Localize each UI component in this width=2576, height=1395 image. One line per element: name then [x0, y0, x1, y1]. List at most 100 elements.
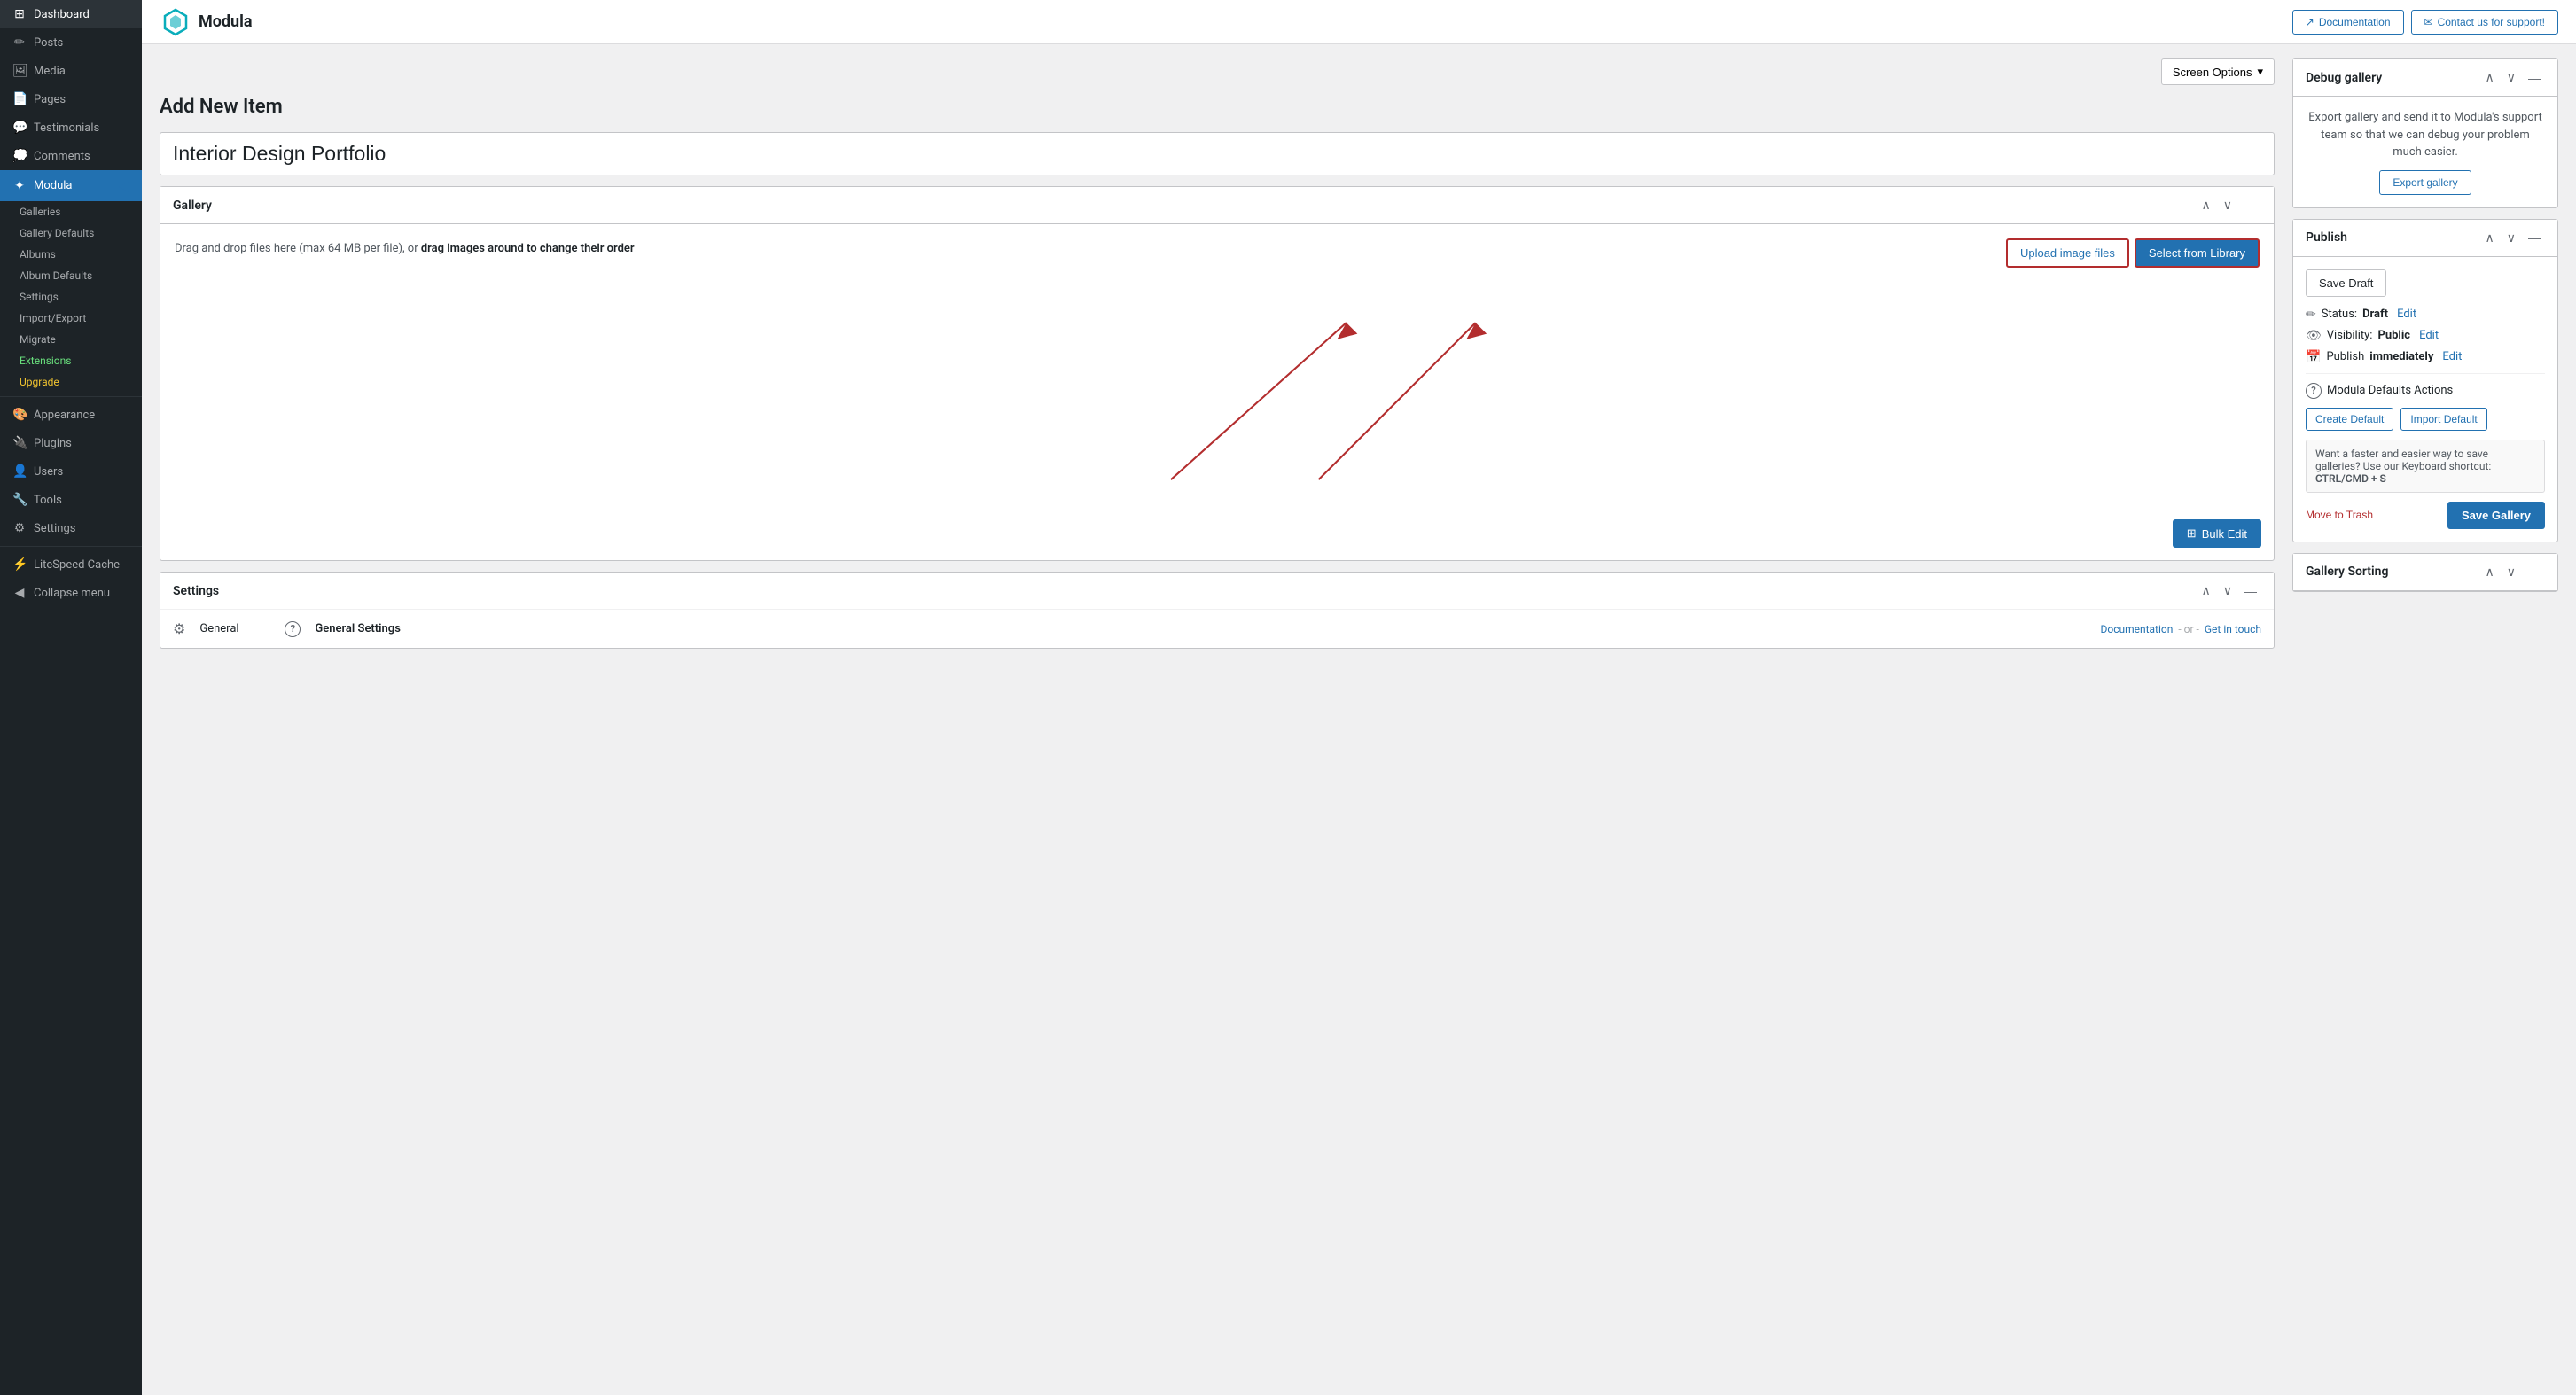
topbar-logo: Modula: [160, 6, 253, 38]
debug-panel-body: Export gallery and send it to Modula's s…: [2293, 97, 2557, 207]
modula-defaults-row: ? Modula Defaults Actions: [2306, 383, 2545, 399]
documentation-button[interactable]: ↗ Documentation: [2292, 10, 2404, 35]
envelope-icon: ✉: [2424, 16, 2433, 28]
sidebar-item-modula[interactable]: ✦ Modula ◀: [0, 170, 142, 201]
appearance-icon: 🎨: [12, 408, 27, 422]
sidebar-sub-albums[interactable]: Albums: [0, 244, 142, 265]
screen-options-bar: Screen Options ▾: [160, 58, 2275, 85]
sidebar-item-posts[interactable]: ✏ Posts: [0, 28, 142, 57]
sidebar-item-users[interactable]: 👤 Users: [0, 457, 142, 486]
sidebar-item-media[interactable]: 🖼 Media: [0, 57, 142, 85]
users-icon: 👤: [12, 464, 27, 479]
publish-toggle-button[interactable]: —: [2524, 229, 2545, 247]
gallery-title-input[interactable]: [160, 132, 2275, 175]
settings-panel-title: Settings: [173, 584, 219, 598]
panel-collapse-down-button[interactable]: ∨: [2219, 196, 2236, 214]
publish-collapse-up-button[interactable]: ∧: [2481, 229, 2499, 247]
panel-toggle-button[interactable]: —: [2240, 196, 2261, 214]
sidebar-item-label: Settings: [34, 522, 75, 535]
upload-image-files-button[interactable]: Upload image files: [2006, 238, 2129, 268]
tools-icon: 🔧: [12, 493, 27, 507]
sidebar-item-litespeed[interactable]: ⚡ LiteSpeed Cache: [0, 550, 142, 579]
sidebar-item-testimonials[interactable]: 💬 Testimonials: [0, 113, 142, 142]
sidebar-item-label: Testimonials: [34, 121, 99, 135]
sidebar-item-plugins[interactable]: 🔌 Plugins: [0, 429, 142, 457]
settings-touch-link[interactable]: Get in touch: [2205, 623, 2261, 635]
sidebar-item-label: Dashboard: [34, 8, 90, 21]
debug-toggle-button[interactable]: —: [2524, 68, 2545, 87]
chevron-down-icon: ▾: [2257, 65, 2263, 79]
annotation-arrows: [175, 277, 2260, 498]
sidebar-item-label: Tools: [34, 494, 62, 507]
calendar-icon: 📅: [2306, 350, 2321, 364]
sidebar-sub-settings[interactable]: Settings: [0, 286, 142, 308]
settings-toggle-button[interactable]: —: [2240, 581, 2261, 600]
status-edit-link[interactable]: Edit: [2397, 308, 2416, 321]
sidebar-item-collapse[interactable]: ◀ Collapse menu: [0, 579, 142, 607]
sidebar-item-dashboard[interactable]: ⊞ Dashboard: [0, 0, 142, 28]
debug-collapse-down-button[interactable]: ∨: [2502, 68, 2520, 87]
screen-options-button[interactable]: Screen Options ▾: [2161, 58, 2275, 85]
grid-icon: ⊞: [2187, 526, 2197, 541]
sidebar-item-tools[interactable]: 🔧 Tools: [0, 486, 142, 514]
sidebar-item-pages[interactable]: 📄 Pages: [0, 85, 142, 113]
settings-doc-link[interactable]: Documentation: [2100, 623, 2173, 635]
sidebar-sub-upgrade[interactable]: Upgrade: [0, 371, 142, 393]
settings-panel: Settings ∧ ∨ — ⚙ General ? General Setti…: [160, 572, 2275, 649]
gallery-zone-inner: Drag and drop files here (max 64 MB per …: [175, 238, 2260, 268]
gallery-panel-title: Gallery: [173, 199, 212, 213]
collapse-icon: ◀: [12, 586, 27, 600]
gallery-sorting-panel: Gallery Sorting ∧ ∨ —: [2292, 553, 2558, 592]
debug-gallery-panel: Debug gallery ∧ ∨ — Export gallery and s…: [2292, 58, 2558, 208]
settings-separator: - or -: [2178, 623, 2199, 635]
sidebar-sub-import-export[interactable]: Import/Export: [0, 308, 142, 329]
settings-panel-controls: ∧ ∨ —: [2197, 581, 2262, 600]
sorting-collapse-down-button[interactable]: ∨: [2502, 563, 2520, 581]
sidebar-item-comments[interactable]: 💭 Comments: [0, 142, 142, 170]
sorting-collapse-up-button[interactable]: ∧: [2481, 563, 2499, 581]
publish-divider: [2306, 373, 2545, 374]
import-default-button[interactable]: Import Default: [2400, 408, 2486, 431]
gallery-sorting-title: Gallery Sorting: [2306, 565, 2388, 579]
select-from-library-button[interactable]: Select from Library: [2135, 238, 2260, 268]
sidebar-sub-gallery-defaults[interactable]: Gallery Defaults: [0, 222, 142, 244]
sidebar-item-appearance[interactable]: 🎨 Appearance: [0, 401, 142, 429]
save-draft-button[interactable]: Save Draft: [2306, 269, 2386, 297]
gallery-sorting-header: Gallery Sorting ∧ ∨ —: [2293, 554, 2557, 591]
debug-collapse-up-button[interactable]: ∧: [2481, 68, 2499, 87]
status-value: Draft: [2362, 308, 2388, 321]
sidebar-sub-extensions[interactable]: Extensions: [0, 350, 142, 371]
sidebar-sub-album-defaults[interactable]: Album Defaults: [0, 265, 142, 286]
sorting-toggle-button[interactable]: —: [2524, 563, 2545, 581]
gallery-panel-header: Gallery ∧ ∨ —: [160, 187, 2274, 224]
publish-value: immediately: [2369, 350, 2433, 363]
modula-defaults-actions: Create Default Import Default: [2306, 408, 2545, 431]
panel-collapse-up-button[interactable]: ∧: [2197, 196, 2215, 214]
help-badge: ?: [285, 621, 301, 637]
sidebar-sub-migrate[interactable]: Migrate: [0, 329, 142, 350]
save-gallery-button[interactable]: Save Gallery: [2447, 502, 2545, 529]
settings-collapse-up-button[interactable]: ∧: [2197, 581, 2215, 600]
sidebar-item-settings[interactable]: ⚙ Settings: [0, 514, 142, 542]
settings-panel-header: Settings ∧ ∨ —: [160, 573, 2274, 609]
settings-collapse-down-button[interactable]: ∨: [2219, 581, 2236, 600]
contact-support-button[interactable]: ✉ Contact us for support!: [2411, 10, 2558, 35]
sidebar: ⊞ Dashboard ✏ Posts 🖼 Media 📄 Pages 💬 Te…: [0, 0, 142, 1395]
settings-general-label: General: [199, 622, 270, 635]
modula-logo-svg: [160, 6, 191, 38]
publish-panel: Publish ∧ ∨ — Save Draft ✏ Status: Draft…: [2292, 219, 2558, 542]
bulk-edit-button[interactable]: ⊞ Bulk Edit: [2173, 519, 2261, 548]
sidebar-sub-galleries[interactable]: Galleries: [0, 201, 142, 222]
visibility-edit-link[interactable]: Edit: [2419, 329, 2439, 342]
move-to-trash-button[interactable]: Move to Trash: [2306, 509, 2373, 521]
create-default-button[interactable]: Create Default: [2306, 408, 2393, 431]
settings-links: Documentation - or - Get in touch: [2100, 623, 2261, 635]
main-area: Modula ↗ Documentation ✉ Contact us for …: [142, 0, 2576, 1395]
defaults-label: Modula Defaults Actions: [2327, 384, 2453, 397]
publish-collapse-down-button[interactable]: ∨: [2502, 229, 2520, 247]
export-gallery-button[interactable]: Export gallery: [2379, 170, 2471, 195]
arrows-svg: [175, 277, 2260, 498]
general-settings-title: General Settings: [315, 622, 2086, 635]
publish-edit-link[interactable]: Edit: [2442, 350, 2462, 363]
sidebar-item-label: Pages: [34, 93, 66, 106]
